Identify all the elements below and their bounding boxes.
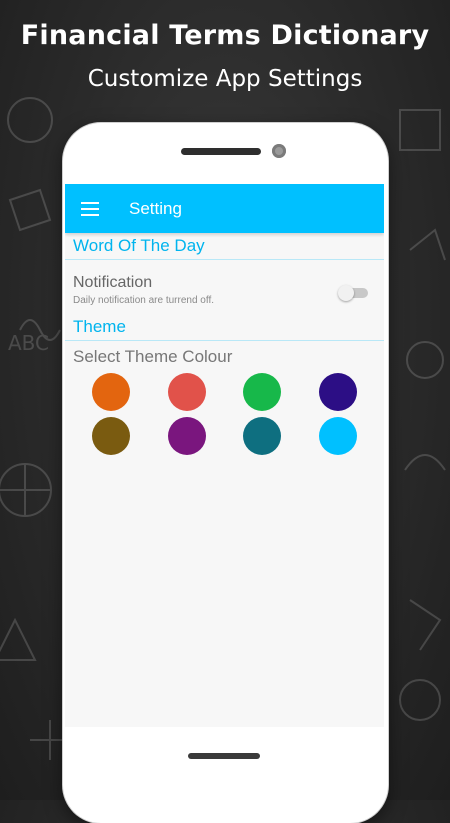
theme-colour-swatch[interactable]	[243, 373, 282, 411]
theme-colour-swatch[interactable]	[167, 373, 206, 411]
menu-button[interactable]	[65, 184, 115, 233]
select-theme-colour-label: Select Theme Colour	[73, 347, 233, 366]
promo-title: Financial Terms Dictionary	[20, 20, 430, 51]
notification-summary: Daily notification are turrend off.	[73, 295, 215, 306]
hamburger-menu-icon	[81, 201, 99, 216]
phone-camera	[272, 144, 286, 158]
section-header-word-of-the-day: Word Of The Day	[65, 233, 384, 260]
theme-colour-grid	[65, 373, 384, 455]
theme-colour-swatch[interactable]	[319, 417, 358, 455]
theme-colour-swatch[interactable]	[167, 417, 206, 455]
theme-colour-swatch[interactable]	[91, 417, 130, 455]
home-indicator	[188, 753, 260, 759]
app-bar-title: Setting	[129, 198, 182, 218]
settings-screen: Setting Word Of The Day Notification Dai…	[65, 184, 384, 727]
app-bar: Setting	[65, 184, 384, 233]
theme-colour-swatch[interactable]	[319, 373, 358, 411]
notification-title: Notification	[73, 274, 153, 291]
phone-frame: Setting Word Of The Day Notification Dai…	[63, 123, 388, 823]
section-header-theme: Theme	[65, 314, 384, 341]
promo-subtitle: Customize App Settings	[87, 66, 363, 92]
toggle-thumb	[338, 285, 354, 301]
notification-preference[interactable]: Notification Daily notification are turr…	[65, 260, 384, 314]
theme-colour-swatch[interactable]	[243, 417, 282, 455]
notification-toggle[interactable]	[338, 285, 368, 301]
phone-speaker	[181, 148, 261, 155]
svg-text:ABC: ABC	[8, 331, 49, 355]
theme-colour-swatch[interactable]	[91, 373, 130, 411]
